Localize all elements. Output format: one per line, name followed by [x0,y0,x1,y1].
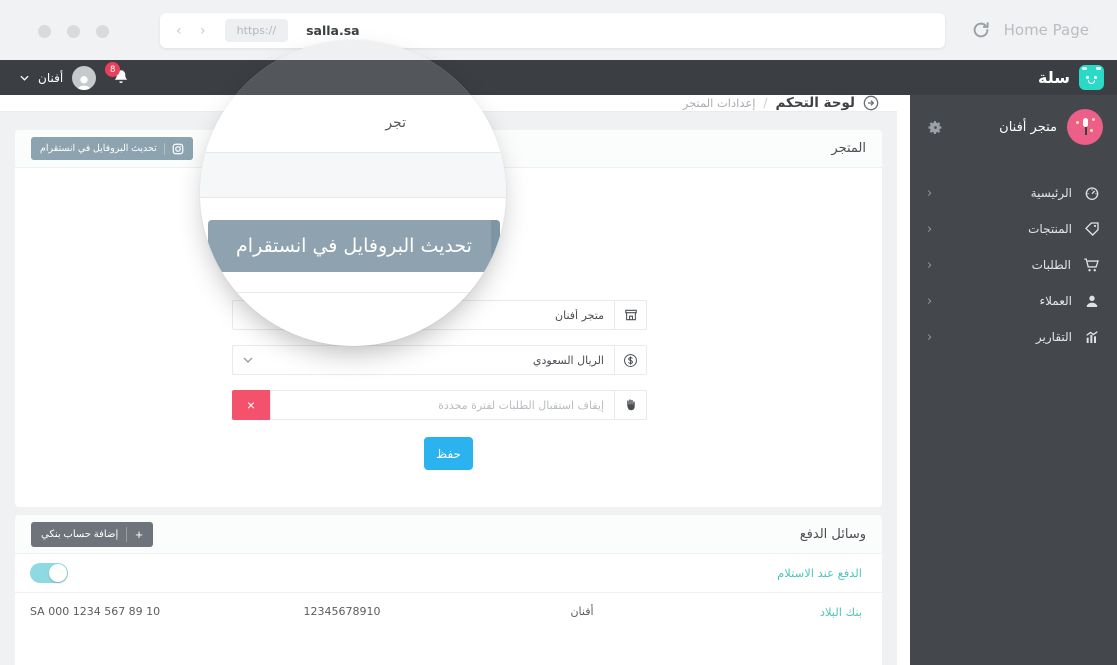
products-tag-icon [1084,221,1100,237]
window-dot[interactable] [38,25,51,38]
sidebar-item-customers[interactable]: العملاء ‹ [910,283,1117,319]
cash-on-delivery-row: الدفع عند الاستلام [15,554,882,593]
iban-number: SA 000 1234 567 89 10 [30,605,161,618]
store-profile[interactable]: متجر أفنان [999,109,1103,145]
refresh-icon[interactable] [972,21,990,39]
chevron-left-icon: ‹ [927,185,933,201]
breadcrumb-separator: / [763,96,768,110]
add-bank-account-button[interactable]: + إضافة حساب بنكي [31,521,153,547]
sidebar-item-home[interactable]: الرئيسية ‹ [910,175,1117,211]
reports-chart-icon [1084,329,1100,345]
topbar: أفنان 8 سلة [0,60,1117,95]
select-chevron-icon [243,357,253,363]
scrollbar-track[interactable] [897,95,910,665]
toggle-knob [49,564,67,582]
instagram-icon [163,142,184,155]
chevron-left-icon: ‹ [927,221,933,237]
add-bank-label: إضافة حساب بنكي [41,528,119,540]
cod-toggle[interactable] [30,563,68,583]
user-name: أفنان [38,70,64,85]
url-bar[interactable]: ‹ › https:// salla.sa [160,13,945,48]
sidebar-item-products[interactable]: المنتجات ‹ [910,211,1117,247]
user-menu[interactable]: أفنان 8 [20,62,133,90]
sidebar-item-orders[interactable]: الطلبات ‹ [910,247,1117,283]
window-dot[interactable] [67,25,80,38]
chevron-down-icon [20,75,29,81]
currency-row: الريال السعودي [232,345,647,375]
magnified-instagram-update-button[interactable]: تحديث البروفايل في انستقرام [208,220,500,272]
store-name-label: متجر أفنان [999,119,1057,135]
settings-gear-icon[interactable] [928,120,943,135]
cod-label: الدفع عند الاستلام [777,566,862,580]
pause-orders-row: × [232,390,647,420]
brand[interactable]: سلة [1038,65,1104,90]
magnified-card-header [200,152,506,198]
window-dot[interactable] [96,25,109,38]
hand-icon [614,390,647,420]
bank-account-row: بنك البلاد أفنان 12345678910 SA 000 1234… [15,593,882,630]
chevron-left-icon: ‹ [927,257,933,273]
pause-orders-input[interactable] [270,390,614,420]
back-circle-icon[interactable] [863,95,879,111]
storefront-icon [614,300,647,330]
store-avatar [1067,109,1103,145]
payments-card-title: وسائل الدفع [799,526,866,542]
sidebar-store-header: متجر أفنان [910,95,1117,159]
plus-icon: + [126,526,143,542]
browser-back-forward-icons[interactable]: ‹ › [176,23,213,39]
instagram-update-button[interactable]: تحديث البروفايل في انستقرام [31,137,193,160]
brand-name: سلة [1038,68,1070,87]
save-button[interactable]: حفظ [424,437,473,470]
account-number: 12345678910 [303,605,381,618]
magnified-page-header: تجر [200,95,506,152]
store-card-title: المتجر [831,141,866,156]
browser-chrome: ‹ › https:// salla.sa Home Page [0,0,1117,60]
magnified-divider [230,292,476,293]
clear-date-button[interactable]: × [232,390,270,420]
url-text[interactable]: salla.sa [306,23,360,38]
currency-value: الريال السعودي [532,353,604,367]
currency-dollar-icon [614,345,647,375]
customers-icon [1084,293,1100,309]
breadcrumb-root[interactable]: لوحة التحكم [775,95,855,111]
breadcrumb: لوحة التحكم / إعدادات المتجر [683,95,879,111]
currency-select[interactable]: الريال السعودي [232,345,614,375]
breadcrumb-current: إعدادات المتجر [682,96,756,110]
sidebar-menu: الرئيسية ‹ المنتجات ‹ الطلبات ‹ العملاء … [910,175,1117,355]
window-controls [38,25,109,38]
sidebar: متجر أفنان الرئيسية ‹ المنتجات ‹ الطلبات… [910,95,1117,665]
sidebar-item-reports[interactable]: التقارير ‹ [910,319,1117,355]
instagram-update-label: تحديث البروفايل في انستقرام [40,143,157,154]
salla-logo-icon [1079,65,1104,90]
payment-methods-card: وسائل الدفع + إضافة حساب بنكي الدفع عند … [15,515,882,665]
dashboard-icon [1084,185,1100,201]
account-holder: أفنان [570,605,594,618]
home-page-link[interactable]: Home Page [1004,21,1089,39]
chevron-left-icon: ‹ [927,293,933,309]
user-avatar[interactable] [72,65,97,90]
protocol-chip: https:// [224,19,289,42]
bank-name-link[interactable]: بنك البلاد [682,605,882,619]
notifications-bell[interactable]: 8 [105,62,129,86]
feature-highlight-magnifier: تجر تحديث البروفايل في انستقرام [200,40,506,346]
chevron-left-icon: ‹ [927,329,933,345]
orders-cart-icon [1083,257,1100,273]
magnified-partial-title: تجر [385,115,406,131]
